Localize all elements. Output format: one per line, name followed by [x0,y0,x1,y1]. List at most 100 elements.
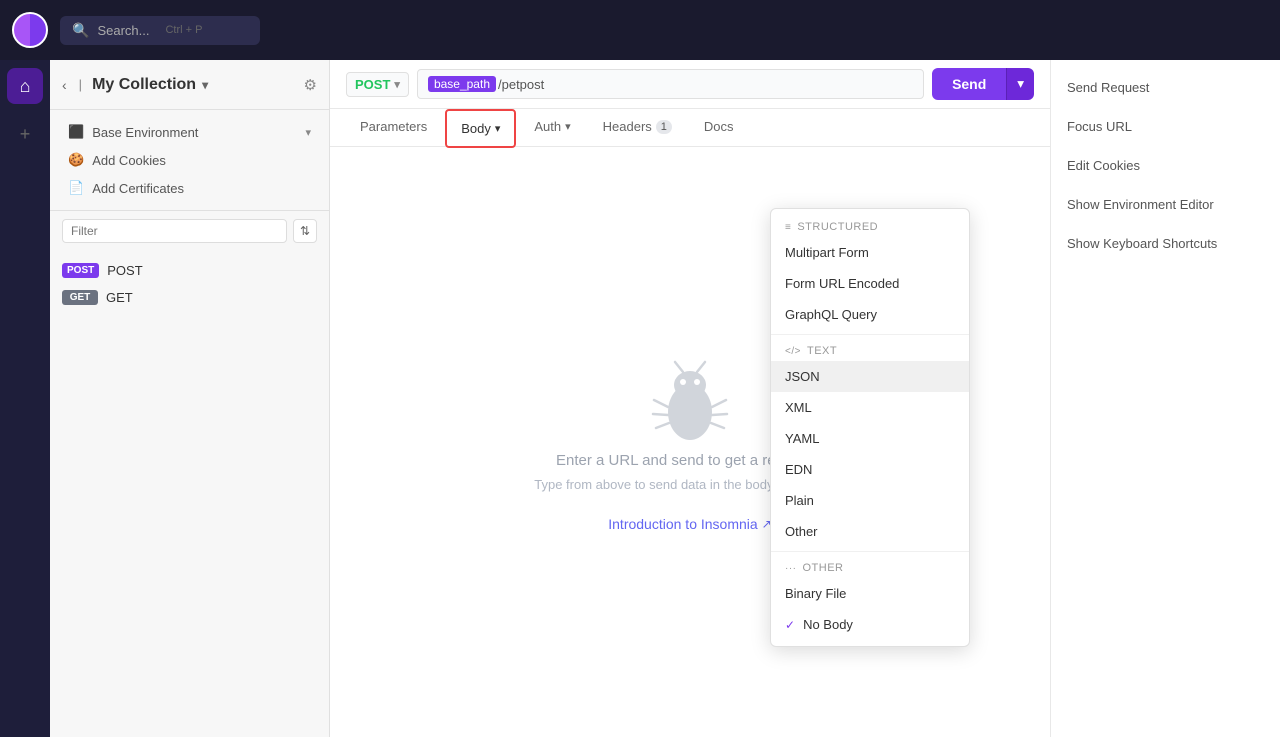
graphql-label: GraphQL Query [785,307,877,322]
collection-title: My Collection ▾ [92,76,295,94]
list-item[interactable]: GET GET [50,284,329,311]
tab-headers-label: Headers [603,119,652,134]
collection-sub-items: ⬛ Base Environment ▾ 🍪 Add Cookies 📄 Add… [50,110,329,210]
filter-input[interactable] [62,219,287,243]
env-label: Base Environment [92,125,198,140]
nobody-check-icon: ✓ [785,618,795,632]
other-section-icon: ··· [785,563,797,574]
search-text: Search... [97,23,149,38]
tab-headers[interactable]: Headers 1 [589,109,686,146]
tab-docs[interactable]: Docs [690,109,748,146]
shortcut-env[interactable]: Show Environment Editor [1067,197,1264,212]
main-content: POST ▾ base_path /petpost Send ▾ Paramet… [330,60,1050,737]
text-label-text: TEXT [807,345,837,357]
collection-panel: ‹ | My Collection ▾ ⚙ ⬛ Base Environment… [50,60,330,737]
request-name-post: POST [107,263,142,278]
dropdown-item-xml[interactable]: XML [771,392,969,423]
shortcut-cookies[interactable]: Edit Cookies [1067,158,1264,173]
dropdown-item-json[interactable]: JSON [771,361,969,392]
shortcut-keyboard[interactable]: Show Keyboard Shortcuts [1067,236,1264,251]
text-section-label: </> TEXT [771,339,969,361]
plain-label: Plain [785,493,814,508]
add-certificates-label: Add Certificates [92,181,184,196]
body-dropdown-menu: ≡ STRUCTURED Multipart Form Form URL Enc… [770,208,970,647]
cookie-icon: 🍪 [68,152,84,168]
structured-icon: ≡ [785,222,791,233]
structured-label-text: STRUCTURED [797,221,878,233]
add-nav-button[interactable]: + [7,116,43,152]
shortcuts-panel: Send Request Focus URL Edit Cookies Show… [1050,60,1280,737]
dropdown-item-multipart[interactable]: Multipart Form [771,237,969,268]
dropdown-item-form-url[interactable]: Form URL Encoded [771,268,969,299]
main-layout: ⌂ + ‹ | My Collection ▾ ⚙ ⬛ Base Environ… [0,60,1280,737]
dropdown-item-graphql[interactable]: GraphQL Query [771,299,969,330]
method-selector[interactable]: POST ▾ [346,72,409,97]
nobody-label: No Body [803,617,853,632]
collection-name-label: My Collection [92,76,196,94]
intro-link[interactable]: Introduction to Insomnia ↗ [608,516,771,532]
back-button[interactable]: ‹ [62,77,67,93]
other-section-label: ··· OTHER [771,556,969,578]
dropdown-item-edn[interactable]: EDN [771,454,969,485]
binary-label: Binary File [785,586,846,601]
home-nav-button[interactable]: ⌂ [7,68,43,104]
url-display[interactable]: base_path /petpost [417,69,924,99]
dropdown-item-yaml[interactable]: YAML [771,423,969,454]
structured-section-label: ≡ STRUCTURED [771,215,969,237]
send-button-group: Send ▾ [932,68,1034,100]
tabs-bar: Parameters Body ▾ Auth ▾ Headers 1 Docs [330,109,1050,147]
tab-auth-chevron-icon: ▾ [565,120,571,133]
cert-icon: 📄 [68,180,84,196]
dropdown-item-nobody[interactable]: ✓ No Body [771,609,969,640]
edn-label: EDN [785,462,812,477]
tab-body[interactable]: Body ▾ [445,109,516,148]
app-logo [12,12,48,48]
tab-auth-label: Auth [534,119,561,134]
tab-parameters[interactable]: Parameters [346,109,441,146]
sort-button[interactable]: ⇅ [293,219,317,243]
bug-illustration [640,352,740,452]
intro-link-text: Introduction to Insomnia [608,516,757,532]
env-icon: ⬛ [68,124,84,140]
collection-header: ‹ | My Collection ▾ ⚙ [50,60,329,110]
collection-chevron-icon: ▾ [202,78,208,92]
send-dropdown-button[interactable]: ▾ [1006,68,1034,100]
text-section-icon: </> [785,346,801,357]
headers-badge: 1 [656,120,672,134]
shortcut-send[interactable]: Send Request [1067,80,1264,95]
add-cookies-item[interactable]: 🍪 Add Cookies [62,148,317,172]
other-label-text: OTHER [803,562,844,574]
tab-auth[interactable]: Auth ▾ [520,109,584,146]
environment-item[interactable]: ⬛ Base Environment ▾ [62,120,317,144]
collection-settings-button[interactable]: ⚙ [304,76,317,94]
tab-body-label: Body [461,121,491,136]
list-item[interactable]: POST POST [50,257,329,284]
send-button[interactable]: Send [932,68,1006,100]
add-certificates-item[interactable]: 📄 Add Certificates [62,176,317,200]
dropdown-item-binary[interactable]: Binary File [771,578,969,609]
other-label: Other [785,524,818,539]
requests-list: POST POST GET GET [50,251,329,317]
base-path-label: base_path [428,76,496,92]
tab-parameters-label: Parameters [360,119,427,134]
dropdown-item-other[interactable]: Other [771,516,969,547]
multipart-label: Multipart Form [785,245,869,260]
method-badge-post: POST [62,263,99,278]
form-url-label: Form URL Encoded [785,276,899,291]
search-bar[interactable]: 🔍 Search... Ctrl + P [60,16,260,45]
method-label: POST [355,77,390,92]
tab-body-chevron-icon: ▾ [495,122,501,135]
add-cookies-label: Add Cookies [92,153,166,168]
url-path: /petpost [498,77,544,92]
env-chevron-icon: ▾ [305,126,311,139]
icon-sidebar: ⌂ + [0,60,50,737]
tab-docs-label: Docs [704,119,734,134]
dropdown-item-plain[interactable]: Plain [771,485,969,516]
shortcut-focus[interactable]: Focus URL [1067,119,1264,134]
divider-1 [771,334,969,335]
search-icon: 🔍 [72,22,89,39]
request-name-get: GET [106,290,133,305]
json-label: JSON [785,369,820,384]
divider-2 [771,551,969,552]
url-bar: POST ▾ base_path /petpost Send ▾ [330,60,1050,109]
